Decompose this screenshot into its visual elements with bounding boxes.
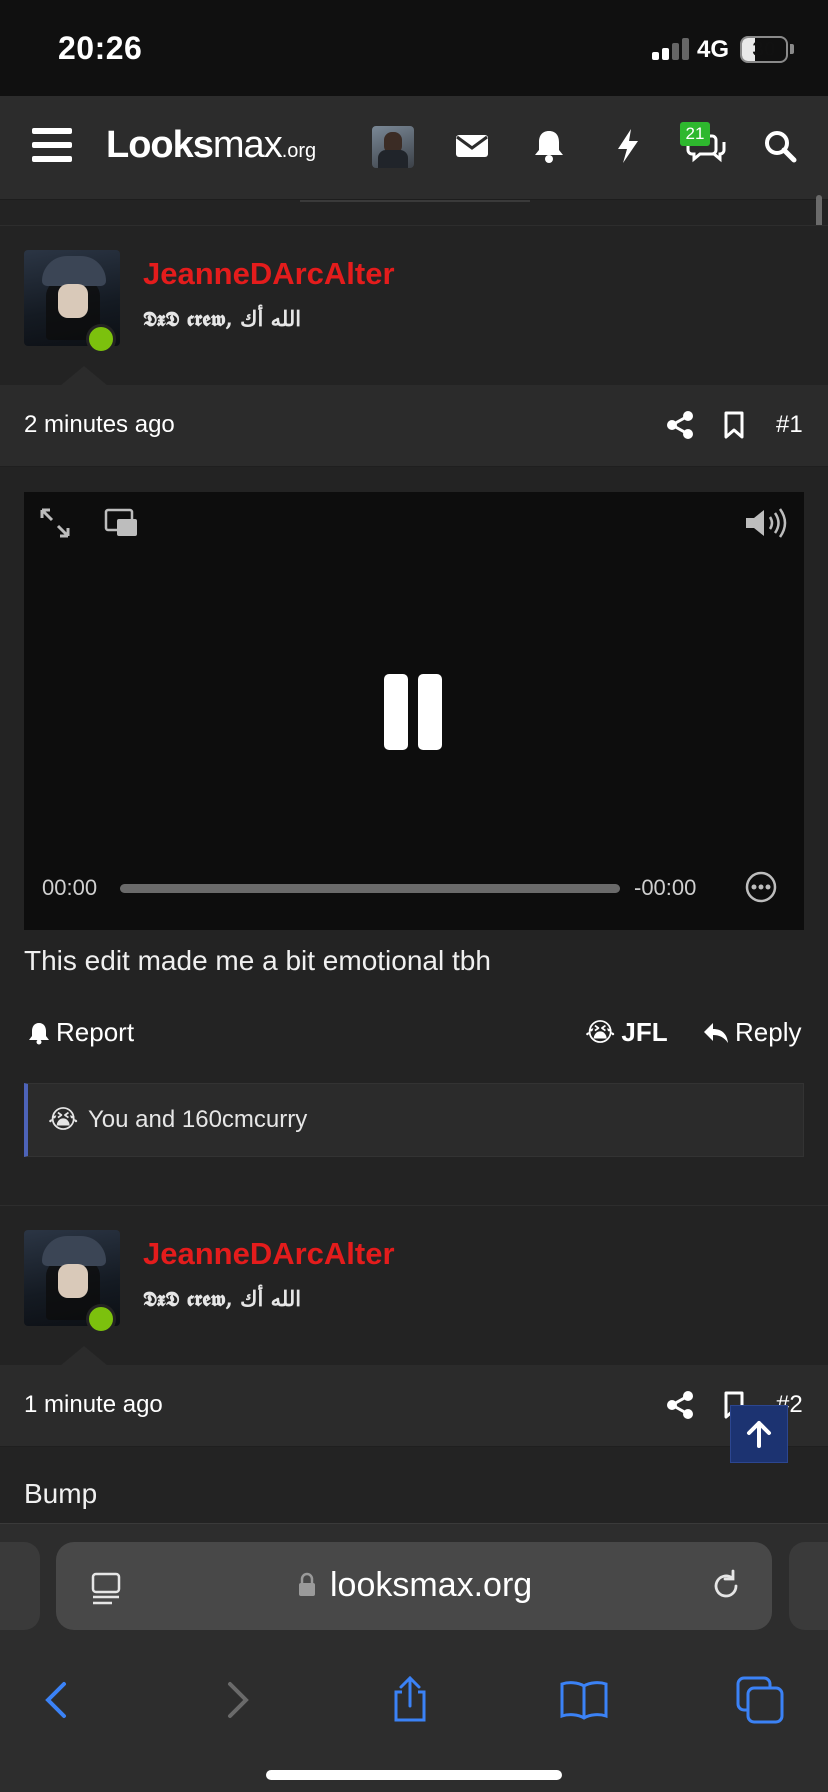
inbox-icon[interactable] xyxy=(450,124,494,168)
address-bar[interactable]: looksmax.org xyxy=(56,1542,772,1630)
post-header: JeanneDArcAlter 𝕯𝖝𝕯 𝖈𝖗𝖊𝖜, الله أك xyxy=(0,225,828,386)
reload-icon[interactable] xyxy=(708,1568,744,1604)
post-message: This edit made me a bit emotional tbh xyxy=(24,945,491,976)
top-navigation: Looksmax.org xyxy=(0,96,828,200)
bell-icon xyxy=(29,1022,49,1044)
network-type: 4G xyxy=(697,36,730,63)
pause-icon-right[interactable] xyxy=(418,674,442,750)
post-header: JeanneDArcAlter 𝕯𝖝𝕯 𝖈𝖗𝖊𝖜, الله أك xyxy=(0,1205,828,1366)
share-sheet-icon[interactable] xyxy=(384,1674,436,1726)
reply-label: Reply xyxy=(735,1017,802,1047)
back-icon[interactable] xyxy=(32,1674,84,1726)
picture-in-picture-icon[interactable] xyxy=(104,508,138,538)
tabs-icon[interactable] xyxy=(734,1674,786,1726)
reaction-button[interactable]: 😭 JFL xyxy=(585,1017,668,1048)
reply-button[interactable]: Reply xyxy=(703,1017,801,1048)
reactions-summary[interactable]: 😭 You and 160cmcurry xyxy=(24,1083,804,1157)
scroll-to-top-button[interactable] xyxy=(730,1405,788,1463)
conversations-badge: 21 xyxy=(680,122,710,146)
arrow-up-icon xyxy=(747,1421,771,1448)
online-status-icon xyxy=(86,1304,116,1334)
post-actions: Report 😭 JFL Reply xyxy=(0,1003,828,1063)
bell-icon[interactable] xyxy=(527,124,571,168)
post-time[interactable]: 2 minutes ago xyxy=(24,411,175,439)
username-link[interactable]: JeanneDArcAlter xyxy=(143,1236,395,1272)
share-icon[interactable] xyxy=(664,1389,696,1421)
post-number-link[interactable]: #1 xyxy=(776,411,803,439)
account-avatar[interactable] xyxy=(372,126,414,168)
header-notch xyxy=(60,366,108,386)
video-player[interactable]: 00:00 -00:00 xyxy=(24,492,804,930)
video-progress-slider[interactable] xyxy=(120,884,620,893)
post-message: Bump xyxy=(24,1478,98,1509)
share-icon[interactable] xyxy=(664,409,696,441)
divider xyxy=(300,200,530,202)
bookmark-icon[interactable] xyxy=(718,409,750,441)
fullscreen-icon[interactable] xyxy=(38,506,72,540)
reaction-label: JFL xyxy=(621,1017,668,1047)
logo-tld: .org xyxy=(281,140,317,162)
lock-icon xyxy=(298,1572,316,1598)
battery-icon: 30 xyxy=(740,36,788,63)
bookmarks-icon[interactable] xyxy=(558,1674,610,1726)
site-logo[interactable]: Looksmax.org xyxy=(106,124,316,167)
post-meta-row: 1 minute ago #2 xyxy=(0,1365,828,1447)
post-meta-row: 2 minutes ago #1 xyxy=(0,385,828,467)
username-link[interactable]: JeanneDArcAlter xyxy=(143,256,395,292)
crying-emoji-icon: 😭 xyxy=(585,1017,616,1047)
logo-main: Looks xyxy=(106,124,214,166)
menu-icon[interactable] xyxy=(32,128,72,162)
online-status-icon xyxy=(86,324,116,354)
more-options-icon[interactable] xyxy=(744,870,778,904)
user-title: 𝕯𝖝𝕯 𝖈𝖗𝖊𝖜, الله أك xyxy=(143,306,302,331)
search-icon[interactable] xyxy=(758,124,802,168)
status-bar: 20:26 4G 30 xyxy=(0,0,828,96)
post-time[interactable]: 1 minute ago xyxy=(24,1391,163,1419)
pause-icon-left[interactable] xyxy=(384,674,408,750)
next-tab-preview[interactable] xyxy=(789,1542,828,1630)
report-label: Report xyxy=(56,1017,135,1047)
report-button[interactable]: Report xyxy=(28,1017,134,1048)
home-indicator[interactable] xyxy=(266,1770,562,1780)
logo-light: max xyxy=(212,124,283,166)
header-notch xyxy=(60,1346,108,1366)
forward-icon[interactable] xyxy=(210,1674,262,1726)
previous-tab-preview[interactable] xyxy=(0,1542,40,1630)
reply-icon xyxy=(704,1022,728,1043)
volume-icon[interactable] xyxy=(742,506,790,540)
crying-emoji-icon: 😭 xyxy=(48,1104,79,1134)
reactions-text: You and 160cmcurry xyxy=(88,1106,308,1133)
battery-percent: 30 xyxy=(752,38,776,61)
user-title: 𝕯𝖝𝕯 𝖈𝖗𝖊𝖜, الله أك xyxy=(143,1286,302,1311)
cellular-signal-icon xyxy=(652,38,690,60)
browser-toolbar: looksmax.org xyxy=(0,1523,828,1792)
video-remaining-time: -00:00 xyxy=(634,875,697,900)
reader-mode-icon[interactable] xyxy=(90,1570,122,1606)
video-current-time: 00:00 xyxy=(42,875,98,900)
lightning-icon[interactable] xyxy=(606,124,650,168)
url-text[interactable]: looksmax.org xyxy=(330,1566,532,1605)
battery-tip xyxy=(790,44,794,54)
status-time: 20:26 xyxy=(58,30,143,66)
